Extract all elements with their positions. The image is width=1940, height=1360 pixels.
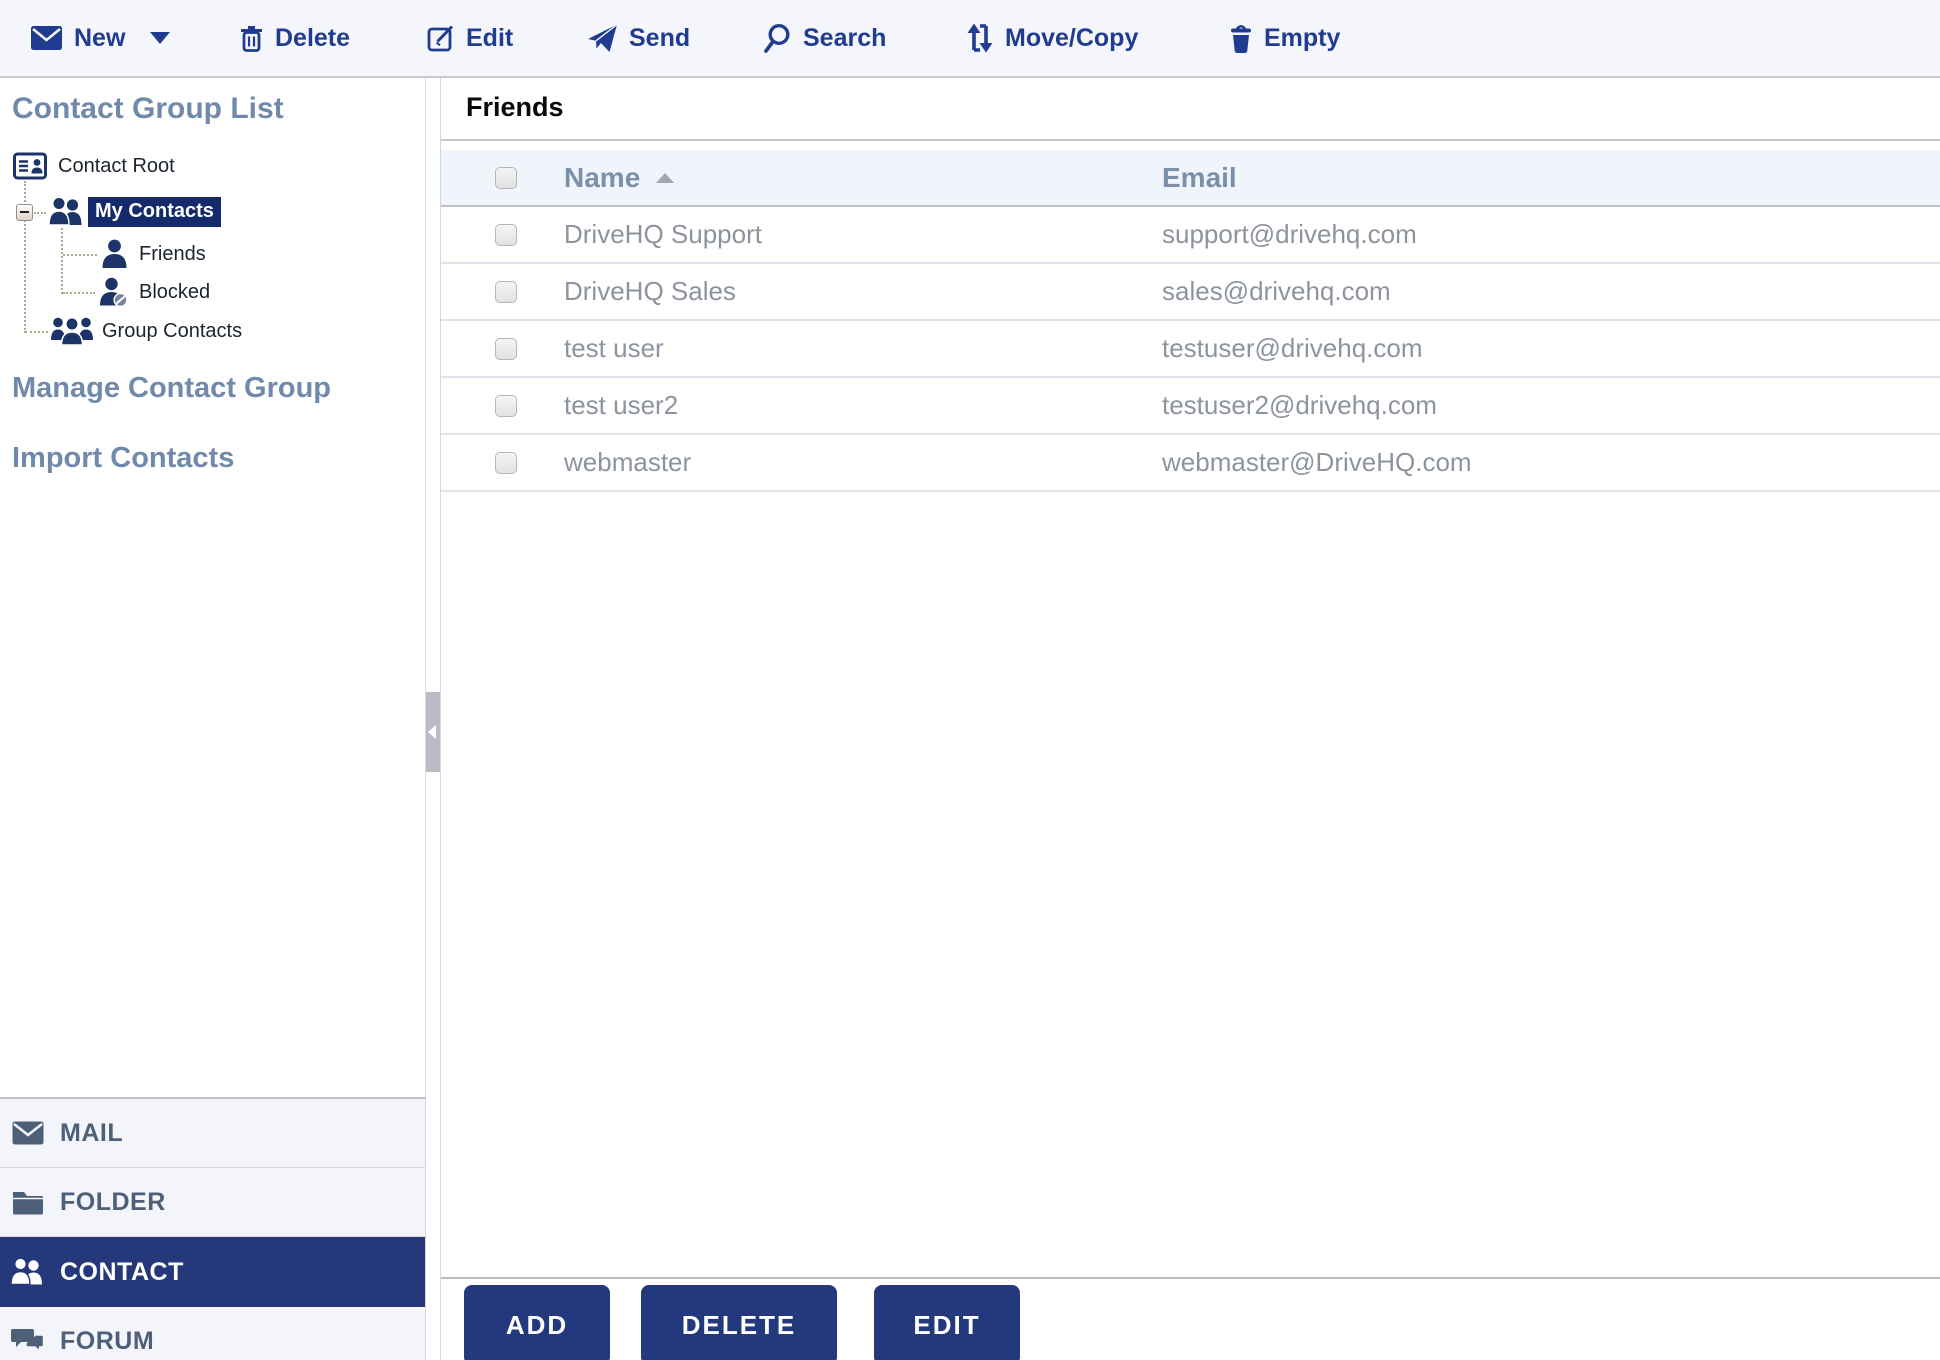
move-copy-label: Move/Copy xyxy=(1005,24,1138,53)
tree-node-my-contacts[interactable]: My Contacts xyxy=(16,197,221,227)
row-checkbox[interactable] xyxy=(495,452,517,474)
forum-chat-icon xyxy=(10,1327,46,1355)
empty-trash-icon xyxy=(1229,23,1253,53)
tree-node-group-contacts[interactable]: Group Contacts xyxy=(50,316,242,346)
row-checkbox[interactable] xyxy=(495,281,517,303)
contact-email: support@drivehq.com xyxy=(1162,219,1940,250)
tree-node-friends[interactable]: Friends xyxy=(100,239,206,269)
tree-label-friends: Friends xyxy=(139,243,206,266)
select-all-checkbox[interactable] xyxy=(495,167,517,189)
contact-email: testuser2@drivehq.com xyxy=(1162,390,1940,421)
bottom-nav: MAIL FOLDER xyxy=(0,1097,425,1360)
row-checkbox[interactable] xyxy=(495,395,517,417)
new-button[interactable]: New xyxy=(30,0,170,76)
sidebar-splitter xyxy=(426,78,441,1360)
edit-button[interactable]: Edit xyxy=(427,0,513,76)
empty-button[interactable]: Empty xyxy=(1229,0,1340,76)
tree-connector-line xyxy=(63,254,97,256)
send-button[interactable]: Send xyxy=(587,0,690,76)
table-row[interactable]: test user testuser@drivehq.com xyxy=(441,321,1940,378)
nav-item-contact[interactable]: CONTACT xyxy=(0,1237,425,1307)
delete-contact-button[interactable]: DELETE xyxy=(641,1285,837,1360)
nav-label-mail: MAIL xyxy=(60,1119,123,1148)
move-copy-arrows-icon xyxy=(966,23,994,53)
tree-label-group-contacts: Group Contacts xyxy=(102,320,242,343)
trash-icon xyxy=(239,24,264,53)
folder-icon xyxy=(10,1189,46,1215)
add-button[interactable]: ADD xyxy=(464,1285,610,1360)
contact-people-icon xyxy=(10,1258,46,1286)
empty-label: Empty xyxy=(1264,24,1340,53)
tree-connector-line xyxy=(63,292,95,294)
move-copy-button[interactable]: Move/Copy xyxy=(966,0,1138,76)
nav-item-mail[interactable]: MAIL xyxy=(0,1099,425,1168)
person-icon xyxy=(100,239,129,269)
contact-email: webmaster@DriveHQ.com xyxy=(1162,447,1940,478)
paper-plane-icon xyxy=(587,23,618,53)
search-label: Search xyxy=(803,24,886,53)
row-checkbox[interactable] xyxy=(495,224,517,246)
nav-item-folder[interactable]: FOLDER xyxy=(0,1168,425,1237)
sidebar-collapse-handle[interactable] xyxy=(426,692,440,772)
sort-ascending-icon[interactable] xyxy=(656,173,674,183)
row-checkbox[interactable] xyxy=(495,338,517,360)
toolbar: New Delete Edit xyxy=(0,0,1940,78)
nav-label-forum: FORUM xyxy=(60,1327,154,1356)
envelope-icon xyxy=(30,25,63,51)
nav-label-contact: CONTACT xyxy=(60,1258,184,1287)
contact-name: webmaster xyxy=(564,447,1162,478)
column-header-name[interactable]: Name xyxy=(564,162,640,194)
tree-connector-line xyxy=(25,331,48,333)
contact-name: DriveHQ Support xyxy=(564,219,1162,250)
group-people-icon xyxy=(50,316,94,346)
send-label: Send xyxy=(629,24,690,53)
tree-node-blocked[interactable]: Blocked xyxy=(98,277,210,308)
tree-label-blocked: Blocked xyxy=(139,281,210,304)
table-row[interactable]: DriveHQ Sales sales@drivehq.com xyxy=(441,264,1940,321)
search-icon xyxy=(763,23,792,53)
delete-button[interactable]: Delete xyxy=(239,0,350,76)
nav-label-folder: FOLDER xyxy=(60,1188,166,1217)
panel-title: Friends xyxy=(441,78,1940,141)
column-header-email[interactable]: Email xyxy=(1162,162,1940,194)
contact-email: testuser@drivehq.com xyxy=(1162,333,1940,364)
sidebar: Contact Group List Contact Root xyxy=(0,78,426,1360)
delete-label: Delete xyxy=(275,24,350,53)
two-people-icon xyxy=(48,197,86,227)
contact-list-panel: Friends Name Email DriveHQ Support suppo… xyxy=(441,78,1940,1360)
blocked-person-icon xyxy=(98,277,131,308)
table-row[interactable]: test user2 testuser2@drivehq.com xyxy=(441,378,1940,435)
table-header-row: Name Email xyxy=(441,150,1940,207)
chevron-down-icon xyxy=(150,32,170,44)
actions-divider xyxy=(441,1277,1940,1279)
collapse-minus-icon[interactable] xyxy=(16,204,33,221)
contact-name: test user xyxy=(564,333,1162,364)
table-row[interactable]: webmaster webmaster@DriveHQ.com xyxy=(441,435,1940,492)
import-contacts-link[interactable]: Import Contacts xyxy=(12,442,234,475)
nav-item-forum[interactable]: FORUM xyxy=(0,1307,425,1360)
pencil-square-icon xyxy=(427,24,455,52)
tree-label-contact-root: Contact Root xyxy=(58,155,175,178)
tree-connector-line xyxy=(61,228,63,294)
contact-group-list-title: Contact Group List xyxy=(12,92,284,126)
tree-node-contact-root[interactable]: Contact Root xyxy=(13,151,175,181)
table-row[interactable]: DriveHQ Support support@drivehq.com xyxy=(441,207,1940,264)
mail-icon xyxy=(10,1121,46,1145)
tree-label-my-contacts: My Contacts xyxy=(88,197,221,227)
edit-label: Edit xyxy=(466,24,513,53)
contact-card-icon xyxy=(13,151,47,181)
manage-contact-group-link[interactable]: Manage Contact Group xyxy=(12,372,331,405)
contact-email: sales@drivehq.com xyxy=(1162,276,1940,307)
contact-name: test user2 xyxy=(564,390,1162,421)
new-label: New xyxy=(74,24,125,53)
collapse-left-arrow-icon xyxy=(428,725,436,739)
edit-contact-button[interactable]: EDIT xyxy=(874,1285,1020,1360)
search-button[interactable]: Search xyxy=(763,0,886,76)
contact-name: DriveHQ Sales xyxy=(564,276,1162,307)
content-area: Contact Group List Contact Root xyxy=(0,78,1940,1360)
